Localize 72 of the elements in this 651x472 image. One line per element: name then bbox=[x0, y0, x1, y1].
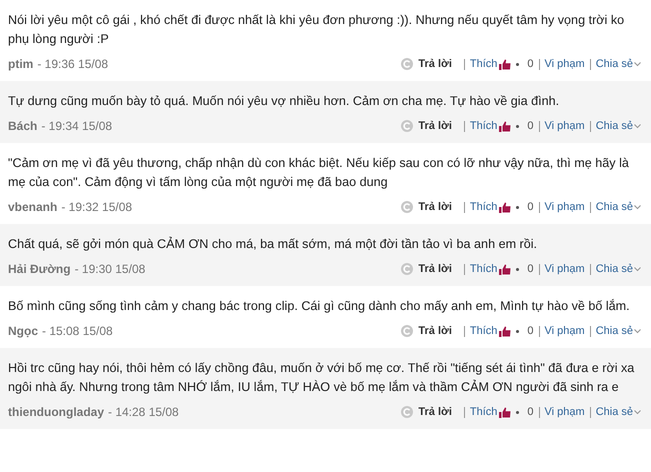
report-link[interactable]: Vi phạm bbox=[544, 118, 585, 134]
like-count: 0 bbox=[527, 56, 534, 72]
caret-icon bbox=[634, 266, 641, 272]
like-count: 0 bbox=[527, 118, 534, 134]
reply-icon bbox=[401, 263, 414, 275]
reply-link[interactable]: Trả lời bbox=[418, 260, 452, 278]
caret-icon bbox=[634, 410, 641, 414]
like-count: 0 bbox=[527, 324, 534, 339]
report-link[interactable]: Vi phạm bbox=[544, 404, 585, 420]
report-link[interactable]: Vi phạm bbox=[544, 56, 585, 72]
comment-time: - 19:30 15/08 bbox=[74, 262, 146, 276]
thumbs-up-icon bbox=[499, 326, 512, 336]
comment-author[interactable]: Hải Đường bbox=[8, 262, 71, 276]
caret-icon bbox=[634, 62, 641, 66]
like-link[interactable]: Thích bbox=[470, 404, 498, 420]
like-link[interactable]: Thích bbox=[470, 56, 498, 72]
comment-text: Tự dưng cũng muốn bày tỏ quá. Muốn nói yêu vợ nhiều hơn. Cảm ơn cha mẹ. Tự hào về gia đình. bbox=[8, 93, 560, 110]
reply-link[interactable]: Trả lời bbox=[418, 118, 452, 134]
reply-icon bbox=[401, 325, 414, 337]
like-link[interactable]: Thích bbox=[470, 198, 498, 216]
like-link[interactable]: Thích bbox=[470, 118, 498, 134]
comment-text: Chất quá, sẽ gởi món quà CẢM ƠN cho má, ba mất sớm, má một đời tần tảo vì ba anh em rồi. bbox=[8, 236, 538, 253]
comment-text: "Cảm ơn mẹ vì đã yêu thương, chấp nhận dù con khác biệt. Nếu kiếp sau con có lỡ như vậy nữa, thì mẹ hãy là mẹ của con". Cảm động vì tấm lòng của một người mẹ đã bao dung bbox=[8, 155, 630, 191]
reply-link[interactable]: Trả lời bbox=[418, 56, 452, 72]
like-count: 0 bbox=[527, 200, 534, 215]
reply-icon bbox=[401, 58, 414, 70]
comment-text: Bố mình cũng sống tình cảm y chang bác trong clip. Cái gì cũng dành cho mấy anh em, Mình tự hào về bố lắm. bbox=[8, 298, 631, 315]
report-link[interactable]: Vi phạm bbox=[544, 322, 585, 340]
comment-author[interactable]: Ngọc bbox=[8, 324, 38, 338]
caret-icon bbox=[634, 328, 641, 334]
like-link[interactable]: Thích bbox=[470, 322, 498, 340]
reply-link[interactable]: Trả lời bbox=[418, 322, 452, 340]
like-count: 0 bbox=[527, 262, 534, 277]
reply-link[interactable]: Trả lời bbox=[418, 404, 452, 420]
thumbs-up-icon bbox=[499, 58, 512, 70]
reply-icon bbox=[401, 406, 414, 418]
share-link[interactable]: Chia sẻ bbox=[596, 322, 633, 340]
comment-text: Hồi trc cũng hay nói, thôi hẻm có lấy chồng đâu, muốn ở với bố mẹ cơ. Thế rồi "tiếng sét ái tình" đã đưa e rời xa ngôi nhà ấy. Nhưng trong tâm NHỚ lắm, IU lắm, TỰ HÀO vè bố mẹ lắm và thầm CẢM ƠN người đã sinh ra e bbox=[8, 360, 636, 396]
reply-link[interactable]: Trả lời bbox=[418, 198, 452, 216]
share-link[interactable]: Chia sẻ bbox=[596, 118, 633, 134]
thumbs-up-icon bbox=[499, 406, 512, 418]
dot-icon bbox=[516, 410, 520, 414]
thumbs-up-icon bbox=[499, 202, 512, 212]
thumbs-up-icon bbox=[499, 264, 512, 274]
reply-icon bbox=[401, 201, 414, 213]
share-link[interactable]: Chia sẻ bbox=[596, 260, 633, 278]
reply-icon bbox=[401, 120, 414, 132]
comment-author[interactable]: thienduongladay bbox=[8, 405, 104, 419]
comment-text: Nói lời yêu một cô gái , khó chết đi được nhất là khi yêu đơn phương :)). Nhưng nếu quyết tâm hy vọng trời ko phụ lòng người :P bbox=[8, 12, 626, 48]
comment-time: - 19:32 15/08 bbox=[61, 200, 132, 214]
dot-icon bbox=[516, 268, 520, 270]
comment-time: - 15:08 15/08 bbox=[42, 324, 113, 338]
share-link[interactable]: Chia sẻ bbox=[596, 404, 633, 420]
dot-icon bbox=[516, 62, 520, 66]
like-link[interactable]: Thích bbox=[470, 260, 498, 278]
dot-icon bbox=[516, 330, 520, 332]
caret-icon bbox=[634, 204, 641, 210]
thumbs-up-icon bbox=[499, 120, 512, 132]
dot-icon bbox=[516, 206, 520, 208]
comment-time: - 14:28 15/08 bbox=[108, 405, 179, 419]
share-link[interactable]: Chia sẻ bbox=[596, 198, 633, 216]
like-count: 0 bbox=[527, 404, 534, 420]
share-link[interactable]: Chia sẻ bbox=[596, 56, 633, 72]
comment-time: - 19:34 15/08 bbox=[41, 119, 112, 133]
comment-author[interactable]: ptim bbox=[8, 57, 34, 71]
comment-author[interactable]: Bách bbox=[8, 119, 38, 133]
caret-icon bbox=[634, 124, 641, 128]
report-link[interactable]: Vi phạm bbox=[544, 198, 585, 216]
comment-author[interactable]: vbenanh bbox=[8, 200, 58, 214]
dot-icon bbox=[516, 124, 520, 128]
comment-time: - 19:36 15/08 bbox=[37, 57, 108, 71]
report-link[interactable]: Vi phạm bbox=[544, 260, 585, 278]
